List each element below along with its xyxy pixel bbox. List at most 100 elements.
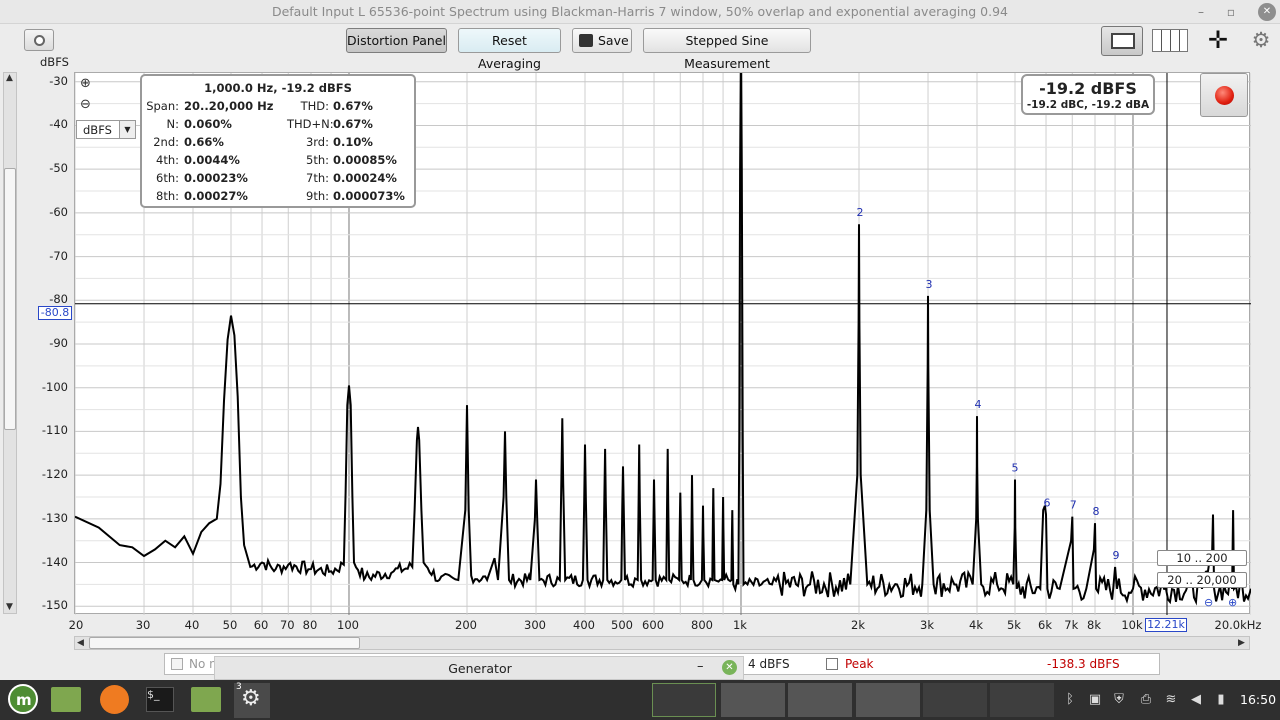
generator-minimize[interactable]: – <box>697 659 704 674</box>
save-button[interactable]: Save <box>572 28 632 53</box>
peak-value: -138.3 dBFS <box>1047 657 1120 671</box>
distortion-value: 0.10% <box>333 135 373 149</box>
reset-averaging-button[interactable]: Reset Averaging <box>458 28 561 71</box>
distortion-header: 1,000.0 Hz, -19.2 dBFS <box>204 81 352 95</box>
y-tick-label: -100 <box>41 379 68 394</box>
distortion-label: 3rd: <box>305 135 329 149</box>
y-tick-label: -120 <box>41 467 68 482</box>
x-tick-label: 1k <box>732 618 747 632</box>
range-full-button[interactable]: 20 .. 20,000 <box>1157 572 1247 588</box>
x-tick-label: 2k <box>851 618 865 632</box>
maximize-icon[interactable]: ▫ <box>1222 3 1240 21</box>
x-tick-label: 40 <box>184 618 200 632</box>
harmonic-label: 9 <box>1113 549 1120 562</box>
legend-left-text: No n <box>189 657 217 671</box>
zoom-out-x-icon[interactable]: ⊖ <box>1204 596 1213 609</box>
axes-arrows-icon[interactable]: ✛ <box>1200 28 1236 54</box>
x-tick-label: 400 <box>573 618 595 632</box>
bluetooth-icon[interactable]: ᛒ <box>1062 692 1078 708</box>
generator-title: Generator <box>448 661 512 676</box>
rew-task-icon[interactable]: 3 ⚙ <box>234 682 270 718</box>
clipboard-icon[interactable]: ▣ <box>1087 692 1103 708</box>
zoom-out-icon[interactable]: ⊖ <box>80 97 91 112</box>
minimize-icon[interactable]: – <box>1192 3 1210 21</box>
distortion-panel: 1,000.0 Hz, -19.2 dBFS Span: 20..20,000 H… <box>140 74 416 208</box>
distortion-label: 5th: <box>306 153 329 167</box>
harmonic-label: 4 <box>975 398 982 411</box>
grid-icon[interactable] <box>1152 29 1188 52</box>
firefox-icon[interactable] <box>100 685 129 714</box>
distortion-value: 0.66% <box>184 135 224 149</box>
zoom-in-icon[interactable]: ⊕ <box>80 76 91 91</box>
zoom-in-x-icon[interactable]: ⊕ <box>1228 596 1237 609</box>
generator-close-icon[interactable]: ✕ <box>722 660 737 675</box>
x-tick-label: 600 <box>642 618 665 632</box>
peak-checkbox[interactable] <box>826 658 838 670</box>
distortion-value: 0.060% <box>184 117 232 131</box>
distortion-value: 0.000073% <box>333 189 405 203</box>
range-low-button[interactable]: 10 .. 200 <box>1157 550 1247 566</box>
x-tick-label: 10k <box>1121 618 1143 632</box>
scroll-right-icon[interactable]: ▶ <box>1238 638 1245 648</box>
printer-icon[interactable]: ⎙ <box>1138 692 1154 708</box>
x-tick-label: 7k <box>1064 618 1079 632</box>
graph-layout-icon[interactable] <box>1101 26 1143 56</box>
settings-app-icon: ⚙ <box>241 686 261 711</box>
files-icon[interactable] <box>51 687 81 712</box>
vertical-scroll-thumb[interactable] <box>4 168 16 430</box>
record-button[interactable] <box>1200 73 1248 117</box>
legend-checkbox[interactable] <box>171 658 183 670</box>
distortion-value: 0.00027% <box>184 189 248 203</box>
y-tick-label: -50 <box>49 161 68 176</box>
distortion-value: 0.67% <box>333 117 373 131</box>
volume-icon[interactable]: ◀ <box>1188 692 1204 708</box>
distortion-label: 7th: <box>306 171 329 185</box>
scroll-down-icon[interactable]: ▼ <box>6 602 13 612</box>
workspace-5[interactable] <box>923 683 987 717</box>
scroll-left-icon[interactable]: ◀ <box>77 638 84 648</box>
distortion-panel-button[interactable]: Distortion Panel <box>346 28 447 53</box>
cursor-y-readout: -80.8 <box>38 306 72 320</box>
workspace-2[interactable] <box>721 683 785 717</box>
stepped-sine-button[interactable]: Stepped Sine Measurement <box>643 28 811 71</box>
record-icon <box>1215 86 1234 105</box>
x-tick-label: 50 <box>222 618 238 632</box>
clock: 16:50 <box>1240 692 1277 707</box>
mint-menu-icon[interactable]: m <box>8 684 38 714</box>
legend-mid-value: 4 dBFS <box>748 657 790 671</box>
distortion-label: 2nd: <box>153 135 179 149</box>
camera-lens <box>34 35 45 46</box>
workspace-6[interactable] <box>990 683 1054 717</box>
generator-bar[interactable]: Generator – ✕ <box>214 656 744 680</box>
distortion-value: 0.00085% <box>333 153 397 167</box>
x-tick-label: 500 <box>611 618 633 632</box>
scroll-up-icon[interactable]: ▲ <box>6 73 13 83</box>
unit-select[interactable]: dBFS ▼ <box>76 120 136 139</box>
cursor-x-readout: 12.21k <box>1145 618 1187 632</box>
y-tick-label: -140 <box>41 554 68 569</box>
battery-icon[interactable]: ▮ <box>1213 692 1229 708</box>
y-tick-label: -90 <box>49 336 68 350</box>
harmonic-label: 7 <box>1070 499 1077 512</box>
distortion-label: N: <box>166 117 179 131</box>
workspace-4[interactable] <box>856 683 920 717</box>
camera-icon[interactable] <box>24 29 54 51</box>
terminal-icon[interactable]: $_ <box>146 687 174 712</box>
distortion-value: 0.00023% <box>184 171 248 185</box>
gear-icon[interactable]: ⚙ <box>1249 28 1273 52</box>
close-icon[interactable]: ✕ <box>1258 3 1276 21</box>
window-title: Default Input L 65536-point Spectrum usi… <box>271 4 1009 19</box>
horizontal-scroll-thumb[interactable] <box>89 637 360 649</box>
workspace-3[interactable] <box>788 683 852 717</box>
level-main: -19.2 dBFS <box>1039 79 1137 98</box>
y-tick-label: -30 <box>49 73 68 88</box>
save-label: Save <box>598 33 629 48</box>
harmonic-label: 5 <box>1011 462 1018 475</box>
shield-icon[interactable]: ⛨ <box>1111 692 1127 708</box>
folder-icon[interactable] <box>191 687 221 712</box>
wifi-icon[interactable]: ≋ <box>1163 692 1179 708</box>
peak-label: Peak <box>845 657 874 671</box>
distortion-label: Span: <box>146 99 179 113</box>
distortion-value: 20..20,000 Hz <box>184 99 274 113</box>
workspace-1[interactable] <box>652 683 716 717</box>
